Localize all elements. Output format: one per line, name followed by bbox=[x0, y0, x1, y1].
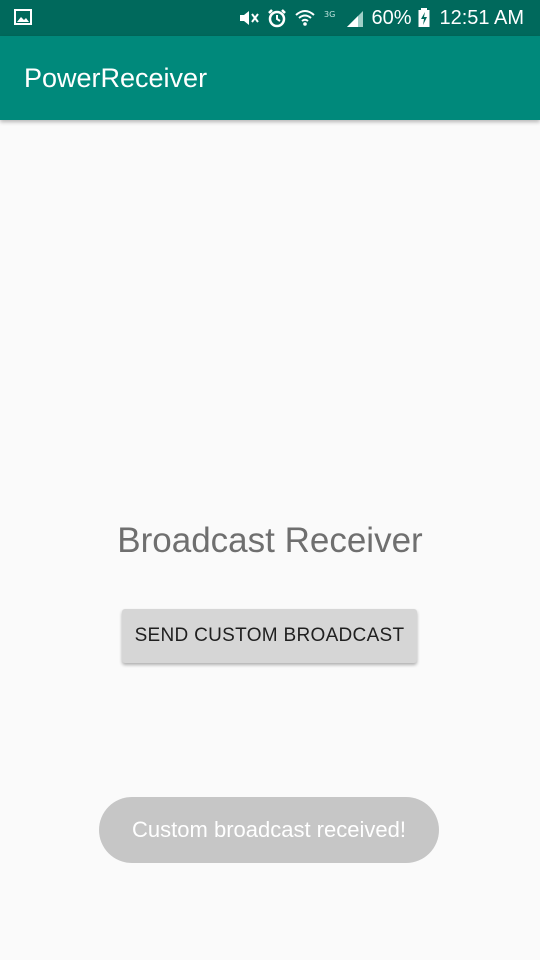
status-icons: 3G 60% 12:51 AM bbox=[238, 0, 524, 36]
battery-charging-icon bbox=[418, 8, 430, 27]
signal-icon bbox=[347, 11, 364, 27]
status-clock: 12:51 AM bbox=[439, 7, 524, 29]
send-custom-broadcast-button[interactable]: SEND CUSTOM BROADCAST bbox=[122, 609, 417, 663]
alarm-icon bbox=[268, 9, 287, 28]
svg-text:3G: 3G bbox=[324, 10, 335, 19]
toast-message: Custom broadcast received! bbox=[132, 817, 406, 842]
mute-icon bbox=[240, 11, 260, 25]
main-content: Broadcast Receiver SEND CUSTOM BROADCAST… bbox=[0, 120, 540, 960]
status-bar: 3G 60% 12:51 AM bbox=[0, 0, 540, 36]
network-type-icon: 3G bbox=[324, 10, 335, 19]
page-heading: Broadcast Receiver bbox=[117, 521, 423, 560]
toast: Custom broadcast received! bbox=[99, 797, 439, 863]
app-bar: PowerReceiver bbox=[0, 36, 540, 120]
battery-percent: 60% bbox=[371, 7, 412, 29]
app-title: PowerReceiver bbox=[24, 63, 208, 93]
wifi-icon bbox=[295, 10, 316, 26]
image-icon bbox=[14, 9, 32, 25]
